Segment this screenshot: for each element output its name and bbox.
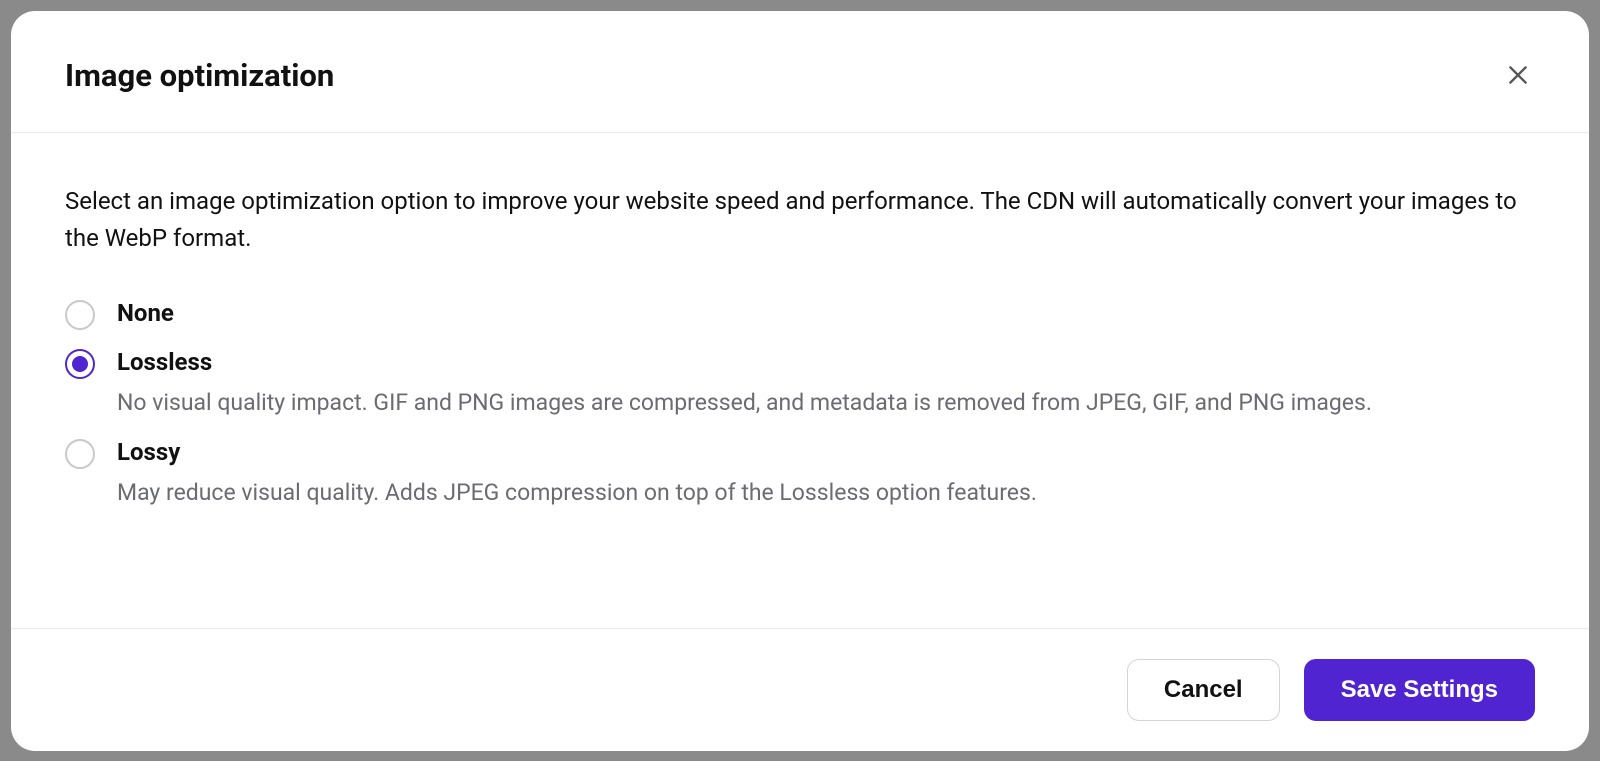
option-lossless[interactable]: Lossless No visual quality impact. GIF a… (65, 348, 1535, 421)
radio-lossy[interactable] (65, 439, 95, 469)
save-settings-button[interactable]: Save Settings (1304, 659, 1535, 721)
option-lossy[interactable]: Lossy May reduce visual quality. Adds JP… (65, 438, 1535, 511)
radio-none[interactable] (65, 300, 95, 330)
modal-footer: Cancel Save Settings (11, 628, 1589, 751)
modal-body: Select an image optimization option to i… (11, 133, 1589, 628)
option-none[interactable]: None (65, 299, 1535, 330)
option-description: May reduce visual quality. Adds JPEG com… (117, 476, 1497, 511)
radio-lossless[interactable] (65, 349, 95, 379)
option-content: Lossless No visual quality impact. GIF a… (117, 348, 1535, 421)
options-group: None Lossless No visual quality impact. … (65, 299, 1535, 511)
close-button[interactable] (1501, 58, 1535, 92)
cancel-button[interactable]: Cancel (1127, 659, 1280, 721)
option-content: None (117, 299, 1535, 327)
option-label: Lossy (117, 438, 1535, 466)
modal-title: Image optimization (65, 57, 334, 94)
image-optimization-modal: Image optimization Select an image optim… (11, 11, 1589, 751)
close-icon (1505, 62, 1531, 88)
option-label: None (117, 299, 1535, 327)
option-description: No visual quality impact. GIF and PNG im… (117, 386, 1497, 421)
radio-dot-icon (72, 356, 88, 372)
option-label: Lossless (117, 348, 1535, 376)
modal-description: Select an image optimization option to i… (65, 183, 1525, 257)
modal-header: Image optimization (11, 11, 1589, 133)
option-content: Lossy May reduce visual quality. Adds JP… (117, 438, 1535, 511)
